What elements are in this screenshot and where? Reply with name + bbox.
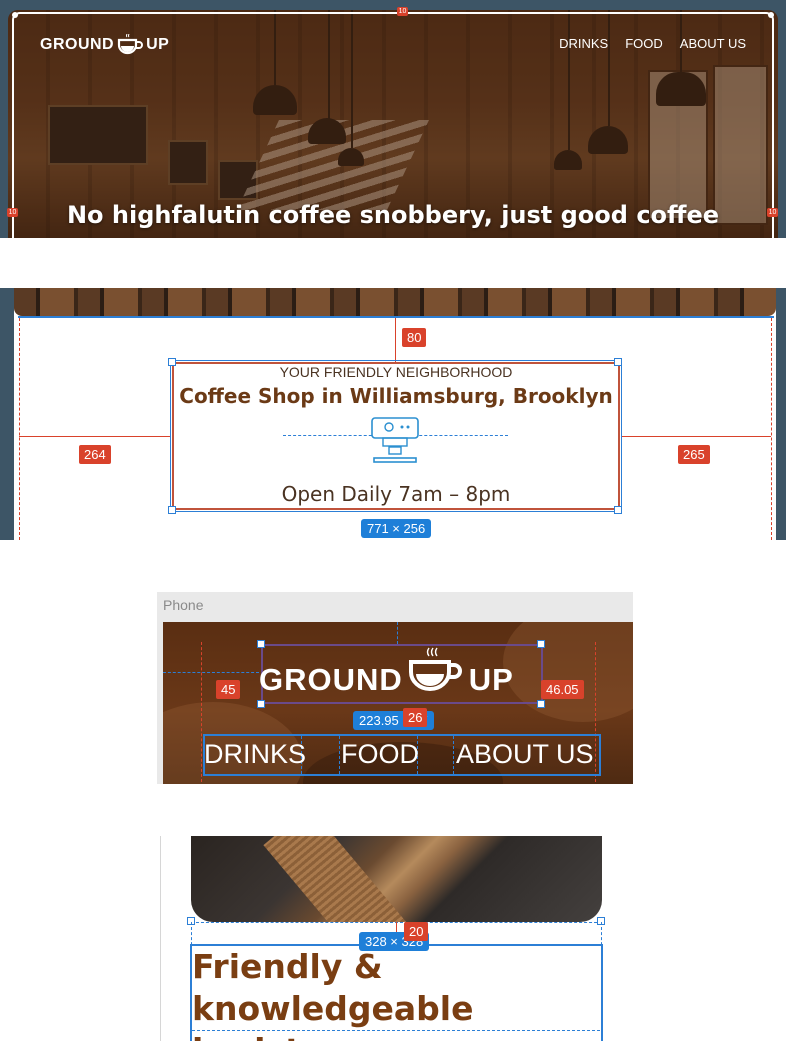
resize-handle[interactable] bbox=[537, 640, 545, 648]
card-heading: Friendly & knowledgeable baristas bbox=[192, 947, 474, 1041]
opening-hours: Open Daily 7am – 8pm bbox=[281, 482, 511, 506]
gap-line-top bbox=[395, 318, 396, 362]
device-label: Phone bbox=[163, 597, 204, 613]
resize-handle[interactable] bbox=[257, 700, 265, 708]
card-image bbox=[191, 836, 602, 922]
gap-tag-below-logo: 26 bbox=[403, 708, 428, 727]
logo-text-left: GROUND bbox=[40, 36, 115, 53]
resize-handle[interactable] bbox=[614, 506, 622, 514]
card-panel: Friendly & knowledgeable baristas 328 × … bbox=[160, 836, 610, 1041]
phone-nav-drinks[interactable]: DRINKS bbox=[204, 735, 306, 773]
coffee-cup-icon bbox=[118, 34, 144, 55]
coffee-cup-icon bbox=[408, 647, 462, 691]
phone-preview-panel: Phone GROUND UP DRINKS FOOD ABOUT US 45 … bbox=[157, 592, 633, 784]
intro-title: Coffee Shop in Williamsburg, Brooklyn bbox=[179, 384, 613, 408]
gap-tag: 20 bbox=[404, 922, 429, 941]
logo-text-right: UP bbox=[468, 662, 514, 697]
hero-headline: No highfalutin coffee snobbery, just goo… bbox=[66, 201, 720, 229]
resize-handle[interactable] bbox=[537, 700, 545, 708]
spacing-tag-left: 10 bbox=[7, 208, 18, 217]
resize-handle[interactable] bbox=[168, 506, 176, 514]
logo-text-left: GROUND bbox=[259, 662, 403, 697]
gap-tag-top: 80 bbox=[402, 328, 427, 347]
gap-tag-left: 264 bbox=[79, 445, 111, 464]
spacing-tag-right: 10 bbox=[767, 208, 778, 217]
hero-photo-strip bbox=[14, 288, 776, 316]
gap-tag-left: 45 bbox=[216, 680, 241, 699]
phone-nav-about-us[interactable]: ABOUT US bbox=[456, 735, 594, 773]
logo-text-right: UP bbox=[146, 36, 170, 53]
intro-eyebrow: YOUR FRIENDLY NEIGHBORHOOD bbox=[279, 364, 513, 380]
site-logo[interactable]: GROUND UP bbox=[40, 34, 169, 56]
intro-panel: YOUR FRIENDLY NEIGHBORHOOD Coffee Shop i… bbox=[0, 288, 786, 540]
phone-screen: GROUND UP DRINKS FOOD ABOUT US 45 46.05 … bbox=[163, 622, 633, 784]
gap-tag-right: 265 bbox=[678, 445, 710, 464]
phone-nav-food[interactable]: FOOD bbox=[341, 735, 419, 773]
gap-tag-right: 46.05 bbox=[541, 680, 584, 699]
phone-site-logo[interactable]: GROUND UP bbox=[259, 646, 514, 698]
hero-panel: GROUND UP DRINKS FOOD ABOUT US No highfa… bbox=[0, 0, 786, 238]
dimensions-tag: 771 × 256 bbox=[361, 519, 432, 538]
main-nav: DRINKS FOOD ABOUT US bbox=[559, 36, 746, 51]
gap-line-right bbox=[622, 436, 771, 437]
gap-line-left bbox=[19, 436, 170, 437]
nav-drinks[interactable]: DRINKS bbox=[559, 36, 608, 51]
nav-about-us[interactable]: ABOUT US bbox=[680, 36, 746, 51]
spacing-tag-top: 10 bbox=[397, 7, 408, 16]
nav-food[interactable]: FOOD bbox=[625, 36, 663, 51]
espresso-machine-icon bbox=[371, 417, 419, 463]
